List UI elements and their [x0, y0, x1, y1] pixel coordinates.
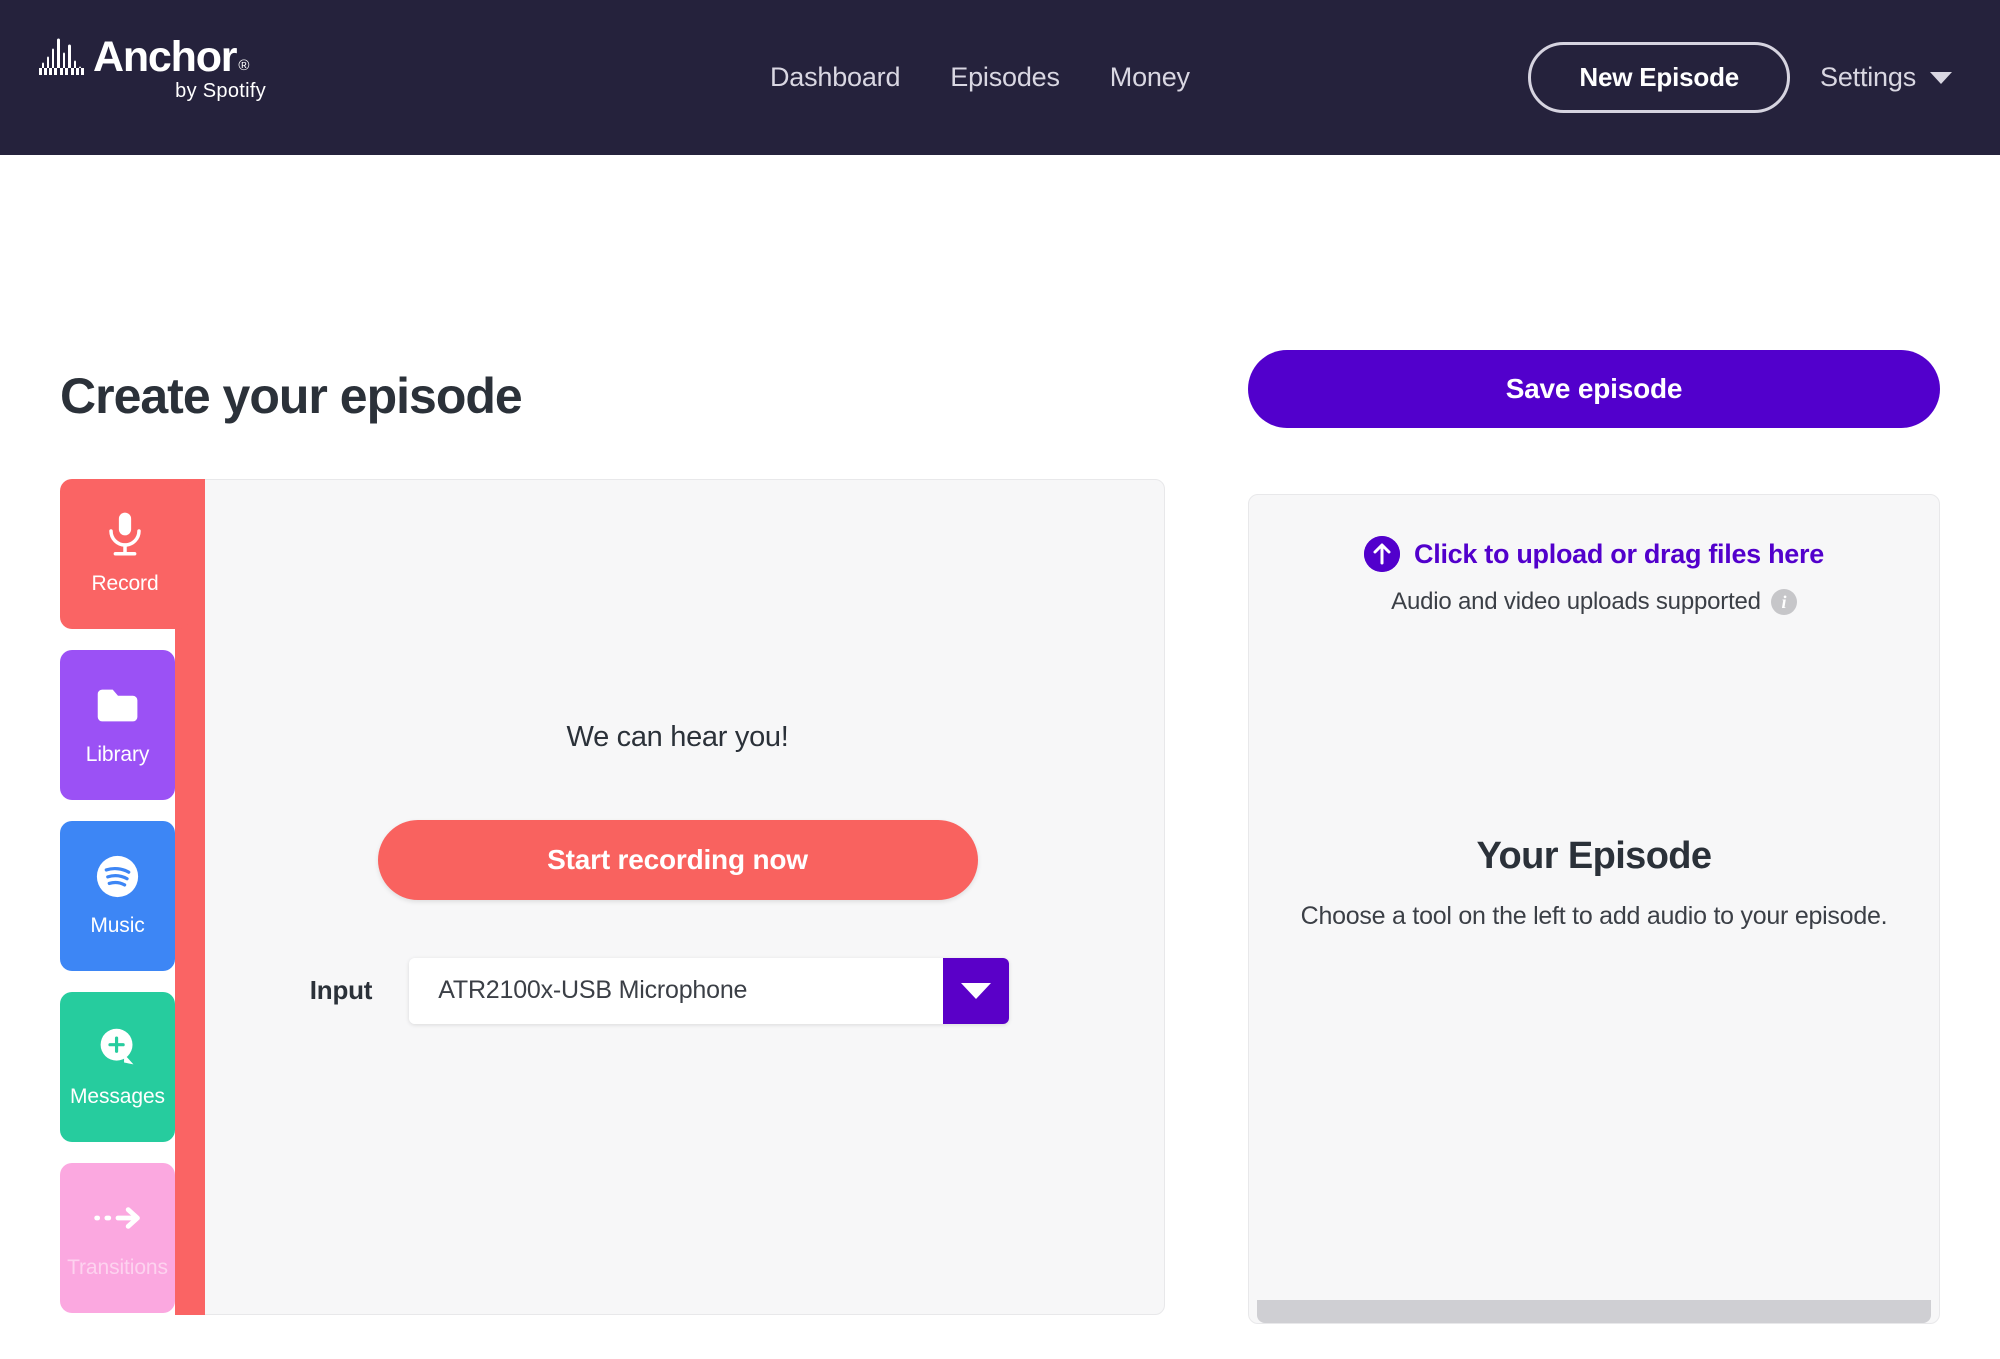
tool-rail: Record Library	[60, 479, 190, 1334]
tool-label-record: Record	[91, 572, 158, 596]
nav-link-dashboard[interactable]: Dashboard	[770, 62, 900, 93]
tool-messages[interactable]: Messages	[60, 992, 175, 1142]
anchor-waveform-icon	[38, 38, 85, 76]
mic-status-text: We can hear you!	[567, 721, 789, 754]
tool-transitions[interactable]: Transitions	[60, 1163, 175, 1313]
episode-editor: Record Library	[60, 479, 1165, 1315]
upload-note-row: Audio and video uploads supported i	[1249, 588, 1939, 616]
episode-empty-title: Your Episode	[1249, 835, 1939, 878]
horizontal-scrollbar[interactable]	[1257, 1300, 1931, 1323]
nav-link-money[interactable]: Money	[1110, 62, 1190, 93]
settings-menu[interactable]: Settings	[1820, 62, 1960, 93]
caret-down-icon[interactable]	[943, 958, 1009, 1024]
tool-library[interactable]: Library	[60, 650, 175, 800]
dashed-arrow-icon	[90, 1190, 146, 1246]
microphone-icon	[97, 506, 153, 562]
tool-label-messages: Messages	[70, 1085, 165, 1109]
upload-circle-icon	[1364, 536, 1400, 572]
primary-nav: Dashboard Episodes Money	[770, 0, 1190, 155]
brand-registered-mark: ®	[238, 58, 249, 73]
info-icon[interactable]: i	[1771, 589, 1797, 615]
input-device-row: Input ATR2100x-USB Microphone	[310, 958, 1010, 1024]
upload-row[interactable]: Click to upload or drag files here	[1249, 536, 1939, 572]
page-title: Create your episode	[60, 367, 522, 425]
spotify-icon	[90, 848, 146, 904]
nav-right-actions: New Episode Settings	[1528, 0, 1960, 155]
input-device-value: ATR2100x-USB Microphone	[409, 958, 943, 1024]
tool-label-library: Library	[86, 743, 150, 767]
save-episode-button[interactable]: Save episode	[1248, 350, 1940, 428]
brand-logo[interactable]: Anchor ® by Spotify	[38, 38, 268, 118]
upload-link[interactable]: Click to upload or drag files here	[1414, 539, 1824, 570]
tool-label-music: Music	[90, 914, 144, 938]
page-body: Create your episode Record	[0, 155, 2000, 1359]
start-recording-button[interactable]: Start recording now	[378, 820, 978, 900]
settings-label: Settings	[1820, 62, 1916, 93]
chat-plus-icon	[90, 1019, 146, 1075]
input-device-select[interactable]: ATR2100x-USB Microphone	[409, 958, 1009, 1024]
episode-sidebar: Save episode Click to upload or drag fil…	[1248, 350, 1940, 1359]
tool-label-transitions: Transitions	[67, 1256, 168, 1280]
episode-empty-state: Your Episode Choose a tool on the left t…	[1249, 835, 1939, 931]
folder-icon	[90, 677, 146, 733]
top-navigation-bar: Anchor ® by Spotify Dashboard Episodes M…	[0, 0, 2000, 155]
brand-tagline: by Spotify	[38, 80, 268, 103]
new-episode-button[interactable]: New Episode	[1528, 42, 1790, 113]
chevron-down-icon	[1930, 72, 1952, 84]
tool-record[interactable]: Record	[60, 479, 190, 629]
tool-music[interactable]: Music	[60, 821, 175, 971]
episode-dropzone-card[interactable]: Click to upload or drag files here Audio…	[1248, 494, 1940, 1324]
episode-empty-subtitle: Choose a tool on the left to add audio t…	[1249, 902, 1939, 931]
nav-link-episodes[interactable]: Episodes	[950, 62, 1059, 93]
input-device-label: Input	[310, 975, 373, 1006]
record-panel: We can hear you! Start recording now Inp…	[190, 479, 1165, 1315]
upload-note-text: Audio and video uploads supported	[1391, 588, 1761, 616]
brand-name: Anchor	[93, 38, 236, 76]
